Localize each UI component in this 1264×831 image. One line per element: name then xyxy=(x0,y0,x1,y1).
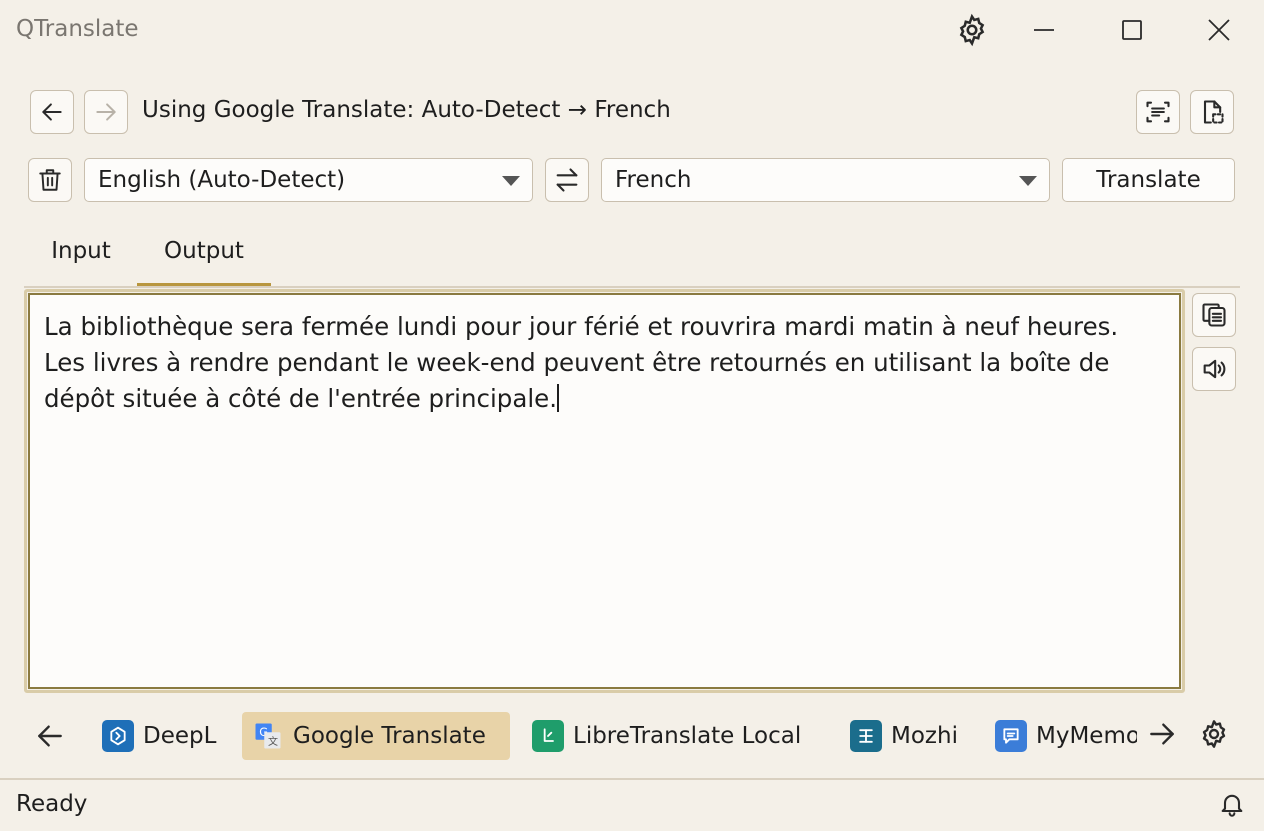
services-list: DeepL G 文 Google Translate LibreTranslat… xyxy=(92,708,1137,764)
arrow-right-icon xyxy=(1146,718,1178,750)
maximize-icon xyxy=(1120,18,1144,42)
bell-icon xyxy=(1218,790,1246,818)
notifications-button[interactable] xyxy=(1218,790,1246,818)
service-google-translate[interactable]: G 文 Google Translate xyxy=(242,712,510,760)
service-deepl[interactable]: DeepL xyxy=(92,712,226,760)
deepl-icon xyxy=(102,720,134,752)
text-cursor xyxy=(557,384,560,412)
tab-input[interactable]: Input xyxy=(36,238,126,288)
google-translate-icon: G 文 xyxy=(252,720,284,752)
trash-icon xyxy=(37,167,63,193)
app-title: QTranslate xyxy=(16,16,139,42)
mozhi-icon xyxy=(850,720,882,752)
maximize-button[interactable] xyxy=(1110,8,1154,52)
arrow-left-icon xyxy=(39,99,65,125)
close-icon xyxy=(1207,18,1231,42)
settings-button[interactable] xyxy=(950,8,994,52)
target-language-value: French xyxy=(615,167,692,193)
forward-button[interactable] xyxy=(84,90,128,134)
copy-icon xyxy=(1200,301,1228,329)
service-label: MyMemory xyxy=(1036,723,1137,749)
target-language-select[interactable]: French xyxy=(601,158,1050,202)
service-label: LibreTranslate Local xyxy=(573,723,802,749)
output-text: La bibliothèque sera fermée lundi pour j… xyxy=(44,312,1119,413)
back-button[interactable] xyxy=(30,90,74,134)
close-button[interactable] xyxy=(1197,8,1241,52)
service-mymemory[interactable]: MyMemory xyxy=(985,712,1137,760)
output-panel[interactable]: La bibliothèque sera fermée lundi pour j… xyxy=(24,289,1185,693)
svg-text:文: 文 xyxy=(268,735,278,748)
minimize-button[interactable] xyxy=(1022,8,1066,52)
clear-button[interactable] xyxy=(28,158,72,202)
speak-button[interactable] xyxy=(1192,347,1236,391)
screen-capture-button[interactable] xyxy=(1190,90,1234,134)
file-select-icon xyxy=(1198,98,1226,126)
arrow-left-icon xyxy=(34,720,66,752)
service-libretranslate-local[interactable]: LibreTranslate Local xyxy=(522,712,811,760)
swap-languages-button[interactable] xyxy=(545,158,589,202)
scan-text-icon xyxy=(1144,98,1172,126)
copy-button[interactable] xyxy=(1192,293,1236,337)
services-next-button[interactable] xyxy=(1146,718,1178,750)
service-label: Mozhi xyxy=(891,723,958,749)
arrow-right-icon xyxy=(93,99,119,125)
source-language-select[interactable]: English (Auto-Detect) xyxy=(84,158,533,202)
tab-output[interactable]: Output xyxy=(137,238,271,288)
ocr-button[interactable] xyxy=(1136,90,1180,134)
translation-status: Using Google Translate: Auto-Detect → Fr… xyxy=(142,97,671,123)
gear-icon xyxy=(955,13,989,47)
libretranslate-icon xyxy=(532,720,564,752)
chevron-down-icon xyxy=(502,176,520,186)
gear-icon xyxy=(1198,718,1230,750)
translate-button[interactable]: Translate xyxy=(1062,158,1235,202)
output-textarea[interactable]: La bibliothèque sera fermée lundi pour j… xyxy=(28,293,1181,689)
speaker-icon xyxy=(1200,355,1228,383)
mymemory-icon xyxy=(995,720,1027,752)
statusbar-divider xyxy=(0,778,1264,780)
tab-divider xyxy=(24,286,1240,288)
swap-icon xyxy=(553,166,581,194)
source-language-value: English (Auto-Detect) xyxy=(98,167,346,193)
minimize-icon xyxy=(1032,18,1056,42)
services-prev-button[interactable] xyxy=(34,720,66,752)
status-text: Ready xyxy=(16,791,88,817)
service-mozhi[interactable]: Mozhi xyxy=(840,712,968,760)
chevron-down-icon xyxy=(1019,176,1037,186)
service-label: Google Translate xyxy=(293,723,486,749)
service-label: DeepL xyxy=(143,723,217,749)
services-settings-button[interactable] xyxy=(1198,718,1230,750)
